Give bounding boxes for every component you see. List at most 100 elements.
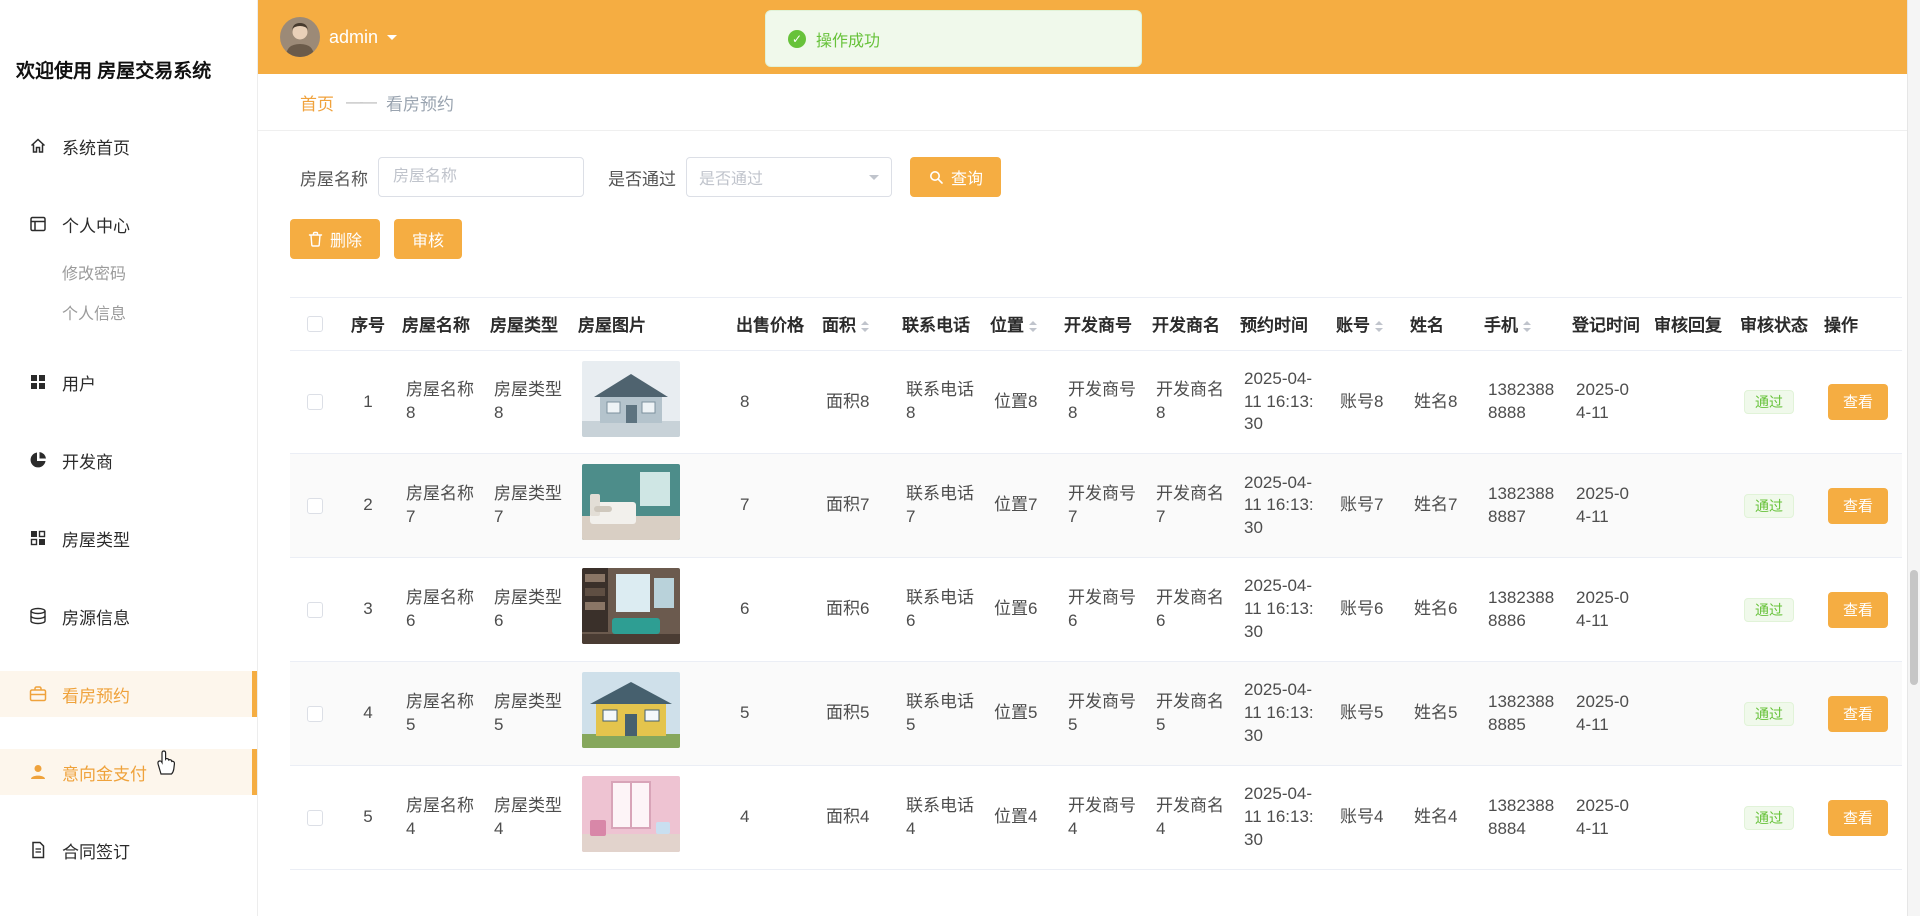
- page-scrollbar[interactable]: [1907, 0, 1920, 916]
- briefcase-icon: [28, 684, 48, 704]
- sidebar-item-personal-center[interactable]: 个人中心: [0, 201, 257, 247]
- cell-area: 面积5: [816, 662, 896, 766]
- cell-action: 查看: [1818, 350, 1902, 454]
- column-label: 手机: [1484, 316, 1518, 335]
- house-exterior-gray-photo: [582, 361, 680, 437]
- sidebar: 欢迎使用 房屋交易系统 系统首页个人中心修改密码个人信息用户开发商房屋类型房源信…: [0, 0, 258, 916]
- column-header-action: 操作: [1818, 298, 1902, 350]
- cell-account: 账号8: [1330, 350, 1404, 454]
- column-label: 审核回复: [1654, 316, 1722, 335]
- view-button[interactable]: 查看: [1828, 384, 1888, 420]
- breadcrumb-current: 看房预约: [386, 90, 454, 115]
- view-button[interactable]: 查看: [1828, 696, 1888, 732]
- profile-icon: [28, 214, 48, 234]
- sidebar-item-contract-signing[interactable]: 合同签订: [0, 827, 257, 873]
- column-label: 预约时间: [1240, 316, 1308, 335]
- column-label: 登记时间: [1572, 316, 1640, 335]
- sidebar-item-developers[interactable]: 开发商: [0, 437, 257, 483]
- delete-button-label: 删除: [330, 227, 362, 251]
- row-checkbox[interactable]: [307, 602, 323, 618]
- sort-icon[interactable]: [1523, 321, 1531, 332]
- cell-area: 面积4: [816, 766, 896, 870]
- main-area: admin ✓ 操作成功 首页 —— 看房预约 房屋名称 是否通过 是否通过: [258, 0, 1907, 916]
- column-header-account[interactable]: 账号: [1330, 298, 1404, 350]
- cell-price: 5: [730, 662, 816, 766]
- success-toast: ✓ 操作成功: [765, 10, 1142, 67]
- sidebar-subitem-personal-info[interactable]: 个人信息: [0, 295, 257, 335]
- cell-register_date: 2025-04-11: [1566, 350, 1648, 454]
- cell-developer_name: 开发商名4: [1146, 766, 1234, 870]
- view-button[interactable]: 查看: [1828, 592, 1888, 628]
- trash-icon: [308, 231, 323, 247]
- sort-icon[interactable]: [861, 321, 869, 332]
- house-name-input[interactable]: [378, 157, 584, 197]
- select-all-checkbox[interactable]: [307, 316, 323, 332]
- row-checkbox[interactable]: [307, 394, 323, 410]
- cell-image: [572, 350, 730, 454]
- sidebar-item-deposit-payment[interactable]: 意向金支付: [0, 749, 257, 795]
- appointments-table: 序号房屋名称房屋类型房屋图片出售价格面积联系电话位置开发商号开发商名预约时间账号…: [290, 297, 1902, 870]
- sort-icon[interactable]: [1029, 321, 1037, 332]
- column-label: 联系电话: [902, 316, 970, 335]
- cell-phone: 联系电话4: [896, 766, 984, 870]
- breadcrumb-home[interactable]: 首页: [300, 90, 334, 115]
- column-header-house_type: 房屋类型: [484, 298, 572, 350]
- cell-person_name: 姓名8: [1404, 350, 1478, 454]
- sidebar-item-viewing-appointments[interactable]: 看房预约: [0, 671, 257, 717]
- sidebar-item-users[interactable]: 用户: [0, 359, 257, 405]
- cell-house_name: 房屋名称7: [396, 454, 484, 558]
- cell-audit_status: 通过: [1734, 558, 1818, 662]
- column-header-mobile[interactable]: 手机: [1478, 298, 1566, 350]
- pass-filter-value: 是否通过: [699, 165, 763, 189]
- cell-audit_status: 通过: [1734, 766, 1818, 870]
- cell-audit_reply: [1648, 766, 1734, 870]
- column-label: 开发商号: [1064, 316, 1132, 335]
- row-checkbox[interactable]: [307, 810, 323, 826]
- cell-house_type: 房屋类型4: [484, 766, 572, 870]
- scrollbar-thumb[interactable]: [1910, 570, 1918, 685]
- view-button[interactable]: 查看: [1828, 800, 1888, 836]
- cell-house_name: 房屋名称6: [396, 558, 484, 662]
- column-label: 序号: [351, 316, 385, 335]
- search-button[interactable]: 查询: [910, 157, 1001, 197]
- chevron-down-icon: [387, 35, 397, 45]
- cell-appointment_time: 2025-04-11 16:13:30: [1234, 350, 1330, 454]
- cell-developer_name: 开发商名7: [1146, 454, 1234, 558]
- cell-house_name: 房屋名称4: [396, 766, 484, 870]
- audit-button-label: 审核: [412, 227, 444, 251]
- delete-button[interactable]: 删除: [290, 219, 380, 259]
- app-title: 欢迎使用 房屋交易系统: [0, 0, 257, 83]
- cell-price: 7: [730, 454, 816, 558]
- sort-icon[interactable]: [1375, 321, 1383, 332]
- column-header-area[interactable]: 面积: [816, 298, 896, 350]
- row-checkbox[interactable]: [307, 706, 323, 722]
- topbar: admin ✓ 操作成功: [258, 0, 1907, 74]
- cell-audit_reply: [1648, 350, 1734, 454]
- breadcrumb: 首页 —— 看房预约: [258, 74, 1907, 131]
- living-room-interior-photo: [582, 568, 680, 644]
- cell-developer_no: 开发商号4: [1058, 766, 1146, 870]
- column-label: 审核状态: [1740, 316, 1808, 335]
- column-header-image: 房屋图片: [572, 298, 730, 350]
- column-header-location[interactable]: 位置: [984, 298, 1058, 350]
- table-row: 3房屋名称6房屋类型66面积6联系电话6位置6开发商号6开发商名62025-04…: [290, 558, 1902, 662]
- user-menu[interactable]: admin: [280, 17, 397, 57]
- sidebar-item-house-types[interactable]: 房屋类型: [0, 515, 257, 561]
- cell-mobile: 13823888887: [1478, 454, 1566, 558]
- category-icon: [28, 528, 48, 548]
- row-checkbox[interactable]: [307, 498, 323, 514]
- sidebar-subitem-change-password[interactable]: 修改密码: [0, 255, 257, 295]
- pass-filter-select[interactable]: 是否通过: [686, 157, 892, 197]
- cell-developer_no: 开发商号6: [1058, 558, 1146, 662]
- content: 房屋名称 是否通过 是否通过 查询: [258, 131, 1907, 916]
- sidebar-item-house-listings[interactable]: 房源信息: [0, 593, 257, 639]
- column-label: 出售价格: [736, 316, 804, 335]
- column-header-phone: 联系电话: [896, 298, 984, 350]
- view-button[interactable]: 查看: [1828, 488, 1888, 524]
- cell-phone: 联系电话5: [896, 662, 984, 766]
- audit-button[interactable]: 审核: [394, 219, 462, 259]
- sidebar-item-system-home[interactable]: 系统首页: [0, 123, 257, 169]
- cell-action: 查看: [1818, 558, 1902, 662]
- column-label: 开发商名: [1152, 316, 1220, 335]
- house-exterior-yellow-photo: [582, 672, 680, 748]
